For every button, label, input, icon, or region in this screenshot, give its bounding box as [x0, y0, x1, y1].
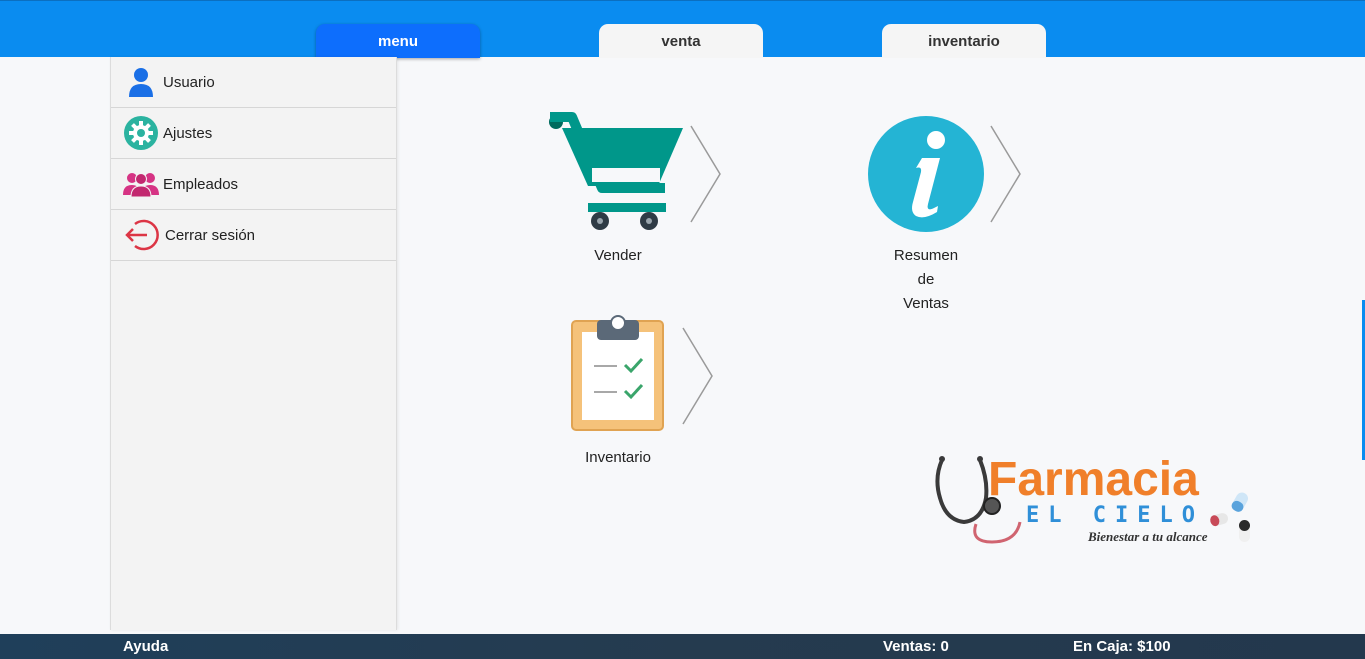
- farmacia-logo: Farmacia EL CIELO Bienestar a tu alcance: [930, 448, 1260, 548]
- logo-tagline: Bienestar a tu alcance: [1088, 529, 1208, 544]
- sales-count: Ventas: 0: [883, 638, 949, 655]
- group-icon: [121, 164, 161, 204]
- user-icon: [121, 62, 161, 102]
- gear-icon: [121, 113, 161, 153]
- sidebar-item-ajustes[interactable]: Ajustes: [111, 108, 396, 159]
- inventario-label: Inventario: [585, 449, 651, 466]
- logout-icon: [121, 215, 161, 255]
- clipboard-icon: [571, 315, 713, 431]
- sidebar-item-empleados[interactable]: Empleados: [111, 159, 396, 210]
- tab-menu[interactable]: menu: [316, 24, 480, 58]
- tab-inventario[interactable]: inventario: [882, 24, 1046, 58]
- vender-label: Vender: [594, 247, 642, 264]
- sidebar-item-label: Empleados: [163, 175, 239, 193]
- tab-venta[interactable]: venta: [599, 24, 763, 58]
- sidebar-item-label: Ajustes: [163, 124, 213, 142]
- pills-icon: [1210, 492, 1250, 542]
- cart-icon: [549, 112, 721, 230]
- cash-amount: En Caja: $100: [1073, 638, 1171, 655]
- logo-title: Farmacia: [988, 453, 1199, 506]
- info-icon: [868, 116, 1021, 232]
- sidebar: Usuario Ajustes Empleados Cerrar sesión: [110, 57, 397, 630]
- resumen-label: Resumen de Ventas: [893, 247, 959, 312]
- resumen-ventas-card[interactable]: Resumen de Ventas: [860, 112, 1040, 322]
- top-nav-bar: menu venta inventario: [0, 0, 1365, 58]
- vender-card[interactable]: Vender: [540, 108, 730, 278]
- logo-subtitle: EL CIELO: [1026, 503, 1204, 528]
- sidebar-item-usuario[interactable]: Usuario: [111, 57, 396, 108]
- status-bar: Ayuda Ventas: 0 En Caja: $100: [0, 634, 1365, 659]
- sidebar-item-label: Usuario: [163, 73, 215, 91]
- help-link[interactable]: Ayuda: [123, 638, 168, 655]
- sidebar-item-cerrar-sesion[interactable]: Cerrar sesión: [111, 210, 396, 261]
- sidebar-item-label: Cerrar sesión: [165, 226, 256, 244]
- inventario-card[interactable]: Inventario: [565, 312, 725, 472]
